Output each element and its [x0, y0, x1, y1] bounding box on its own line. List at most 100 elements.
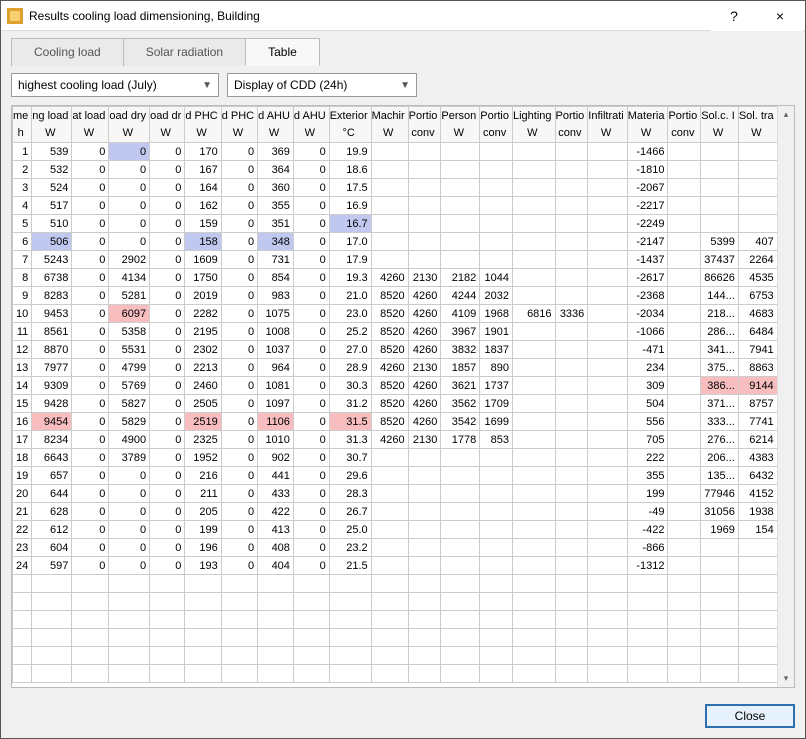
cell[interactable]: 0 [221, 467, 257, 485]
cell[interactable] [668, 215, 701, 233]
cell[interactable]: 1778 [441, 431, 480, 449]
cell[interactable]: 0 [109, 143, 150, 161]
cell[interactable] [668, 161, 701, 179]
cell[interactable] [668, 413, 701, 431]
cell[interactable]: 16.9 [329, 197, 371, 215]
table-row[interactable]: 226120001990413025.0-422196915411 [13, 521, 795, 539]
cell[interactable] [588, 197, 627, 215]
cell[interactable]: -2034 [627, 305, 668, 323]
cell[interactable]: 890 [480, 359, 513, 377]
cell[interactable]: -2368 [627, 287, 668, 305]
cell[interactable]: 4152 [738, 485, 777, 503]
tab-table[interactable]: Table [245, 38, 320, 66]
cell[interactable]: 1010 [258, 431, 294, 449]
table-row[interactable]: 178234049000232501010031.342602130177885… [13, 431, 795, 449]
cell[interactable] [701, 197, 739, 215]
cell[interactable]: 2282 [185, 305, 221, 323]
cell[interactable]: 5358 [109, 323, 150, 341]
cell[interactable]: 234 [627, 359, 668, 377]
table-row[interactable]: 236040001960408023.2-866 [13, 539, 795, 557]
cell[interactable] [480, 233, 513, 251]
cell[interactable]: 30.7 [329, 449, 371, 467]
cell[interactable] [371, 197, 408, 215]
col-header[interactable]: oad dr [150, 107, 185, 125]
cell[interactable] [513, 503, 556, 521]
cell[interactable]: 0 [72, 161, 109, 179]
cell[interactable] [668, 359, 701, 377]
cell[interactable] [555, 377, 588, 395]
cell[interactable]: -422 [627, 521, 668, 539]
col-header[interactable]: Person [441, 107, 480, 125]
table-row[interactable]: 109453060970228201075023.085204260410919… [13, 305, 795, 323]
cell[interactable] [480, 485, 513, 503]
cell[interactable]: 0 [72, 215, 109, 233]
cell[interactable] [588, 395, 627, 413]
cell[interactable]: 604 [32, 539, 72, 557]
cell[interactable] [408, 179, 441, 197]
cell[interactable]: 31.3 [329, 431, 371, 449]
cell[interactable] [513, 395, 556, 413]
cell[interactable]: 369 [258, 143, 294, 161]
cell[interactable]: 19 [13, 467, 32, 485]
cell[interactable] [555, 179, 588, 197]
cell[interactable]: 1081 [258, 377, 294, 395]
cell[interactable] [441, 251, 480, 269]
table-row[interactable]: 206440002110433028.3199779464152291 [13, 485, 795, 503]
cell[interactable] [555, 269, 588, 287]
cell[interactable]: 8520 [371, 305, 408, 323]
cell[interactable]: 309 [627, 377, 668, 395]
cell[interactable] [480, 449, 513, 467]
cell[interactable]: 1750 [185, 269, 221, 287]
help-button[interactable]: ? [711, 1, 757, 31]
cell[interactable]: 15 [13, 395, 32, 413]
cell[interactable]: 0 [72, 359, 109, 377]
cell[interactable] [668, 503, 701, 521]
cell[interactable] [513, 539, 556, 557]
cell[interactable] [588, 215, 627, 233]
cell[interactable]: -49 [627, 503, 668, 521]
cell[interactable] [588, 413, 627, 431]
col-header[interactable]: d AHU [258, 107, 294, 125]
cell[interactable]: 2519 [185, 413, 221, 431]
cell[interactable] [588, 161, 627, 179]
col-header[interactable]: d PHC [221, 107, 257, 125]
cell[interactable] [513, 359, 556, 377]
cell[interactable]: 3832 [441, 341, 480, 359]
cell[interactable]: 2130 [408, 359, 441, 377]
cell[interactable] [588, 287, 627, 305]
cell[interactable] [738, 215, 777, 233]
cell[interactable]: 216 [185, 467, 221, 485]
cell[interactable] [513, 377, 556, 395]
display-combo[interactable]: Display of CDD (24h) ▼ [227, 73, 417, 97]
cell[interactable] [668, 395, 701, 413]
cell[interactable]: 0 [221, 377, 257, 395]
cell[interactable]: 9428 [32, 395, 72, 413]
cell[interactable] [701, 557, 739, 575]
cell[interactable] [371, 485, 408, 503]
cell[interactable] [480, 197, 513, 215]
cell[interactable]: 0 [72, 251, 109, 269]
cell[interactable]: 1609 [185, 251, 221, 269]
col-header[interactable]: oad dry [109, 107, 150, 125]
cell[interactable]: 144... [701, 287, 739, 305]
cell[interactable]: 0 [150, 179, 185, 197]
table-row[interactable]: 45170001620355016.9-2217 [13, 197, 795, 215]
cell[interactable]: 0 [293, 179, 329, 197]
cell[interactable]: 351 [258, 215, 294, 233]
cell[interactable] [441, 485, 480, 503]
col-header[interactable]: Sol.c. I [701, 107, 739, 125]
cell[interactable]: 6484 [738, 323, 777, 341]
cell[interactable] [441, 143, 480, 161]
cell[interactable]: 31056 [701, 503, 739, 521]
cell[interactable] [408, 539, 441, 557]
cell[interactable]: 4260 [408, 395, 441, 413]
cell[interactable]: 0 [221, 251, 257, 269]
cell[interactable] [371, 521, 408, 539]
cell[interactable]: 13 [13, 359, 32, 377]
cell[interactable]: 2182 [441, 269, 480, 287]
cell[interactable] [513, 251, 556, 269]
cell[interactable] [738, 539, 777, 557]
cell[interactable]: 504 [627, 395, 668, 413]
cell[interactable] [555, 395, 588, 413]
cell[interactable]: 413 [258, 521, 294, 539]
